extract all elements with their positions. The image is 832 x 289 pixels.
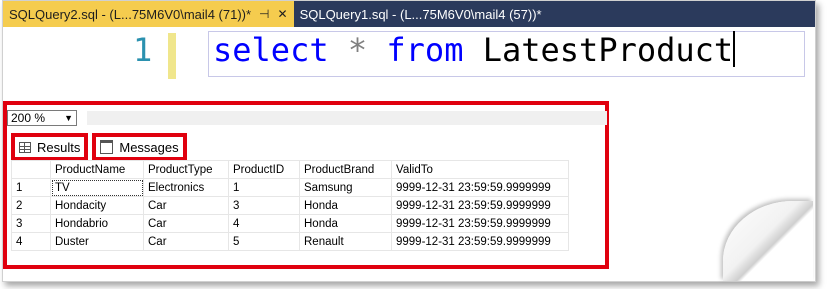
row-number[interactable]: 1 [11,178,51,197]
zoom-select[interactable]: 200 % ▼ [7,110,77,126]
table-row[interactable]: 4 Duster Car 5 Renault 9999-12-31 23:59:… [11,232,569,251]
tab-messages[interactable]: Messages [92,133,187,161]
messages-icon [100,140,114,154]
keyword-from: from [386,31,464,69]
query-editor[interactable]: 1 select * from LatestProduct [3,27,815,107]
table-cell[interactable]: 4 [228,214,300,233]
ssms-window: SQLQuery2.sql - (L...75M6V0\mail4 (71))*… [2,0,816,282]
table-row[interactable]: 1 TV Electronics 1 Samsung 9999-12-31 23… [11,178,569,197]
pin-icon[interactable]: ⊣ [259,7,269,21]
table-cell[interactable]: TV [50,178,144,197]
tab-sqlquery1[interactable]: SQLQuery1.sql - (L...75M6V0\mail4 (57))* [294,1,548,27]
operator-star: * [347,31,368,69]
change-marker [168,33,176,79]
text-caret [733,31,736,67]
table-cell[interactable]: Car [143,196,229,215]
table-cell[interactable]: 9999-12-31 23:59:59.9999999 [391,232,569,251]
tab-sqlquery2[interactable]: SQLQuery2.sql - (L...75M6V0\mail4 (71))*… [3,1,294,27]
table-name: LatestProduct [482,31,734,69]
row-number[interactable]: 3 [11,214,51,233]
table-cell[interactable]: Honda [299,214,392,233]
tab-label: SQLQuery2.sql - (L...75M6V0\mail4 (71))* [9,6,252,22]
table-cell[interactable]: 9999-12-31 23:59:59.9999999 [391,196,569,215]
page-curl-decoration [723,201,813,281]
tab-label: SQLQuery1.sql - (L...75M6V0\mail4 (57))* [299,6,542,22]
table-cell[interactable]: Honda [299,196,392,215]
code-line[interactable]: select * from LatestProduct [213,31,736,69]
horizontal-scrollbar[interactable] [87,111,607,125]
table-cell[interactable]: Duster [50,232,144,251]
table-cell[interactable]: 1 [228,178,300,197]
table-cell[interactable]: Samsung [299,178,392,197]
tab-results[interactable]: Results [11,133,89,161]
result-tabs: Results Messages [11,133,187,161]
table-cell[interactable]: 3 [228,196,300,215]
grid-header-row: ProductName ProductType ProductID Produc… [11,160,569,179]
tab-messages-label: Messages [119,139,179,155]
table-cell[interactable]: Hondacity [50,196,144,215]
column-header[interactable]: ProductName [50,160,144,179]
tab-results-label: Results [37,139,81,155]
table-row[interactable]: 2 Hondacity Car 3 Honda 9999-12-31 23:59… [11,196,569,215]
grid-icon [19,141,31,153]
zoom-row: 200 % ▼ ◀ [7,109,94,127]
table-cell[interactable]: Car [143,232,229,251]
table-cell[interactable]: Hondabrio [50,214,144,233]
table-cell[interactable]: Car [143,214,229,233]
zoom-value: 200 % [11,111,46,125]
column-header[interactable]: ProductBrand [299,160,392,179]
table-cell[interactable]: Renault [299,232,392,251]
results-grid[interactable]: ProductName ProductType ProductID Produc… [11,160,569,251]
table-cell[interactable]: 9999-12-31 23:59:59.9999999 [391,214,569,233]
close-icon[interactable]: ✕ [278,7,288,21]
chevron-down-icon: ▼ [64,113,73,123]
document-tabbar: SQLQuery2.sql - (L...75M6V0\mail4 (71))*… [3,1,815,27]
table-cell[interactable]: 9999-12-31 23:59:59.9999999 [391,178,569,197]
table-row[interactable]: 3 Hondabrio Car 4 Honda 9999-12-31 23:59… [11,214,569,233]
row-number[interactable]: 4 [11,232,51,251]
table-cell[interactable]: 5 [228,232,300,251]
keyword-select: select [213,31,329,69]
column-header[interactable]: ProductType [143,160,229,179]
row-number-header[interactable] [11,160,51,179]
line-number: 1 [133,31,153,69]
row-number[interactable]: 2 [11,196,51,215]
column-header[interactable]: ProductID [228,160,300,179]
table-cell[interactable]: Electronics [143,178,229,197]
column-header[interactable]: ValidTo [391,160,569,179]
